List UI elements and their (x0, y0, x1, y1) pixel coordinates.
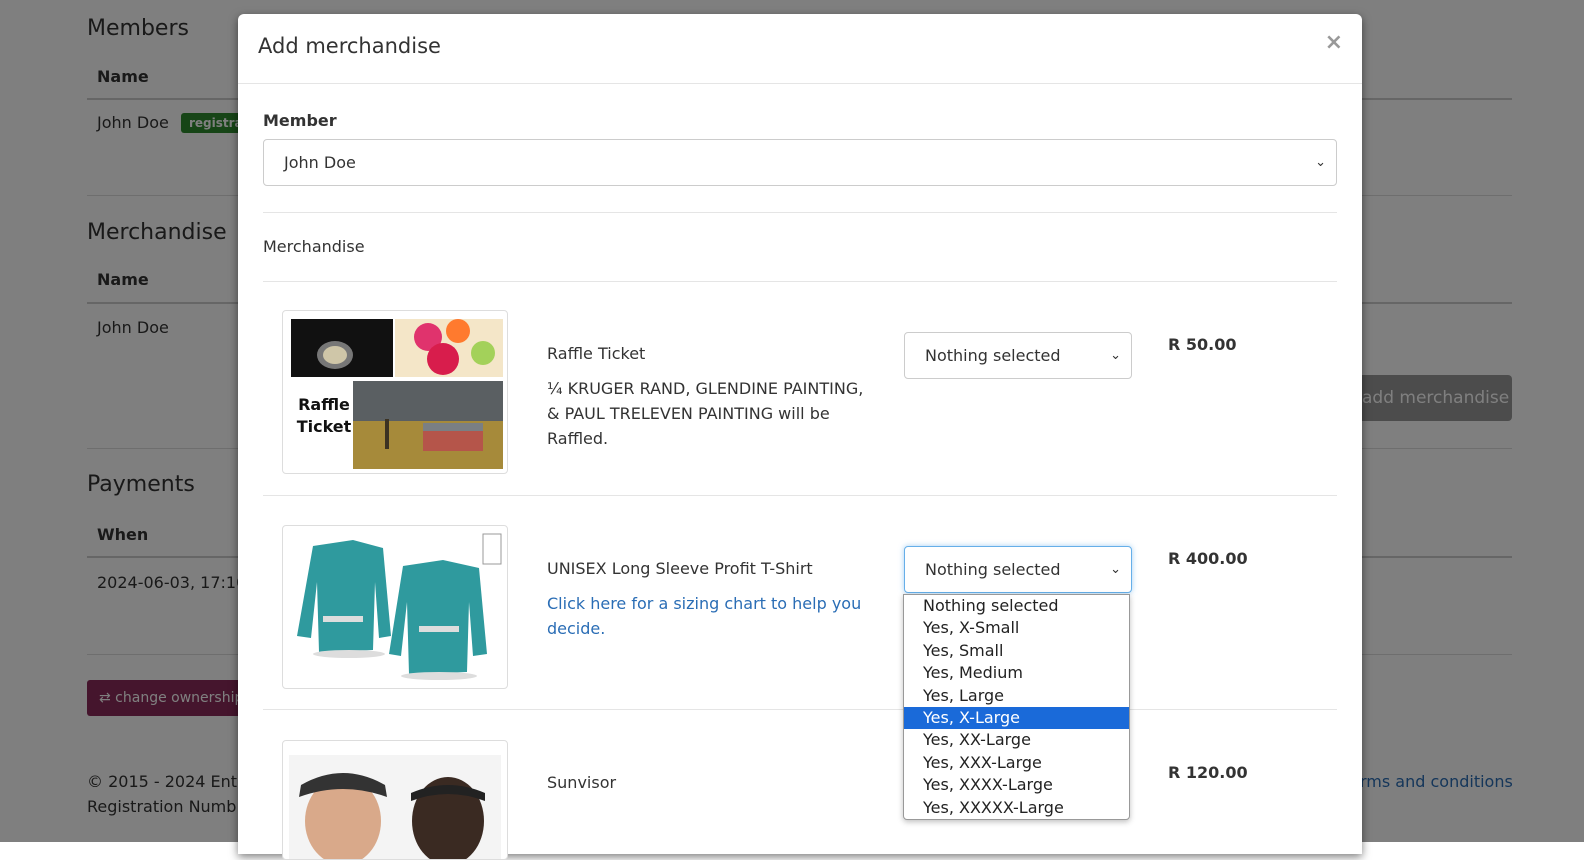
dropdown-option[interactable]: Yes, XX-Large (904, 729, 1129, 751)
dropdown-option[interactable]: Yes, Small (904, 640, 1129, 662)
sizing-chart-link[interactable]: Click here for a sizing chart to help yo… (547, 591, 867, 641)
divider (263, 212, 1337, 213)
divider (263, 281, 1337, 282)
dropdown-option[interactable]: Yes, XXXX-Large (904, 774, 1129, 796)
divider (263, 495, 1337, 496)
size-dropdown-list[interactable]: Nothing selected Yes, X-Small Yes, Small… (903, 594, 1130, 820)
item-name: Sunvisor (547, 773, 617, 792)
raffle-thumb-text: Ticket (296, 417, 352, 436)
tshirt-image (282, 525, 508, 689)
add-merchandise-modal: Add merchandise × Member John Doe ⌄ Merc… (238, 14, 1362, 860)
raffle-thumb-text: Raffle (298, 395, 350, 414)
modal-title: Add merchandise (258, 34, 441, 58)
member-select-value: John Doe (284, 153, 356, 172)
merchandise-section-title: Merchandise (263, 237, 365, 256)
dropdown-option-highlighted[interactable]: Yes, X-Large (904, 706, 1129, 730)
sunvisor-image-graphic (289, 755, 501, 859)
divider (263, 709, 1337, 710)
dropdown-option[interactable]: Yes, XXXXX-Large (904, 797, 1129, 819)
dropdown-option[interactable]: Yes, Large (904, 685, 1129, 707)
select-value: Nothing selected (925, 346, 1061, 365)
item-price: R 400.00 (1168, 549, 1248, 568)
sunvisor-image (282, 740, 508, 860)
raffle-ticket-image-graphic (291, 319, 503, 469)
item-price: R 120.00 (1168, 763, 1248, 782)
dropdown-option[interactable]: Nothing selected (904, 595, 1129, 617)
member-label: Member (263, 111, 337, 130)
raffle-ticket-select[interactable]: Nothing selected ⌄ (904, 332, 1132, 379)
chevron-down-icon: ⌄ (1110, 562, 1121, 577)
select-value: Nothing selected (925, 560, 1061, 579)
item-name: Raffle Ticket (547, 344, 646, 363)
dropdown-option[interactable]: Yes, Medium (904, 662, 1129, 684)
member-select[interactable]: John Doe ⌄ (263, 139, 1337, 186)
dropdown-option[interactable]: Yes, X-Small (904, 617, 1129, 639)
chevron-down-icon: ⌄ (1110, 348, 1121, 363)
raffle-ticket-image: Raffle Ticket (282, 310, 508, 474)
close-icon[interactable]: × (1325, 32, 1343, 54)
modal-header: Add merchandise × (238, 14, 1362, 84)
tshirt-image-graphic (297, 533, 502, 680)
item-description: ¼ KRUGER RAND, GLENDINE PAINTING, & PAUL… (547, 379, 864, 448)
item-name: UNISEX Long Sleeve Profit T-Shirt (547, 559, 813, 578)
dropdown-option[interactable]: Yes, XXX-Large (904, 752, 1129, 774)
item-price: R 50.00 (1168, 335, 1237, 354)
chevron-down-icon: ⌄ (1315, 155, 1326, 170)
tshirt-size-select[interactable]: Nothing selected ⌄ (904, 546, 1132, 593)
